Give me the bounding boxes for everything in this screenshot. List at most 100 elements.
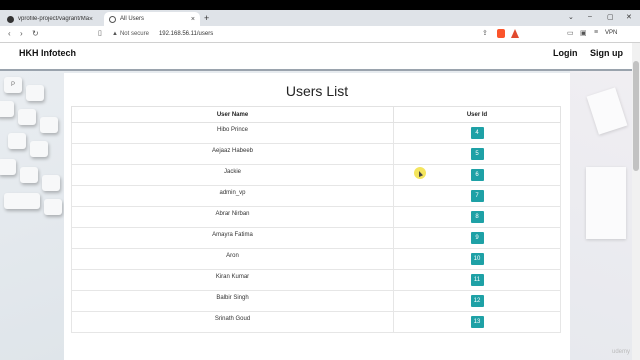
url-text: 192.168.56.11/users bbox=[158, 31, 214, 37]
wallet-icon[interactable]: ▣ bbox=[580, 29, 587, 37]
table-row: Kiran Kumar 11 bbox=[71, 269, 561, 291]
browser-tab-strip: vprofile-project/vagrant/Manual_pr... × … bbox=[0, 10, 640, 26]
keyboard-background-image: P bbox=[0, 71, 64, 360]
github-icon bbox=[7, 15, 14, 23]
user-name-cell: Aron bbox=[71, 248, 394, 270]
share-icon[interactable]: ⇪ bbox=[482, 29, 488, 37]
page-viewport: P HKH Infotech Login Sign up Users List … bbox=[0, 43, 632, 360]
forward-icon[interactable]: › bbox=[20, 29, 23, 38]
user-name-cell: admin_vp bbox=[71, 185, 394, 207]
keyboard-key bbox=[18, 109, 36, 125]
stationery-background-image bbox=[570, 71, 632, 360]
keyboard-key bbox=[44, 199, 62, 215]
user-id-cell: 7 bbox=[393, 185, 561, 207]
new-tab-icon[interactable]: + bbox=[204, 13, 209, 23]
user-id-cell: 5 bbox=[393, 143, 561, 165]
user-id-badge[interactable]: 13 bbox=[470, 316, 484, 328]
tab-search-icon[interactable]: ⌄ bbox=[568, 13, 574, 21]
keyboard-key bbox=[42, 175, 60, 191]
maximize-icon[interactable]: ▢ bbox=[607, 13, 614, 21]
tab-vprofile[interactable]: vprofile-project/vagrant/Manual_pr... × bbox=[2, 12, 98, 26]
menu-icon[interactable]: ≡ bbox=[594, 29, 598, 36]
vpn-button[interactable]: VPN bbox=[605, 30, 617, 36]
url-field[interactable]: ▲ Not secure 192.168.56.11/users bbox=[112, 28, 532, 40]
user-id-cell: 10 bbox=[393, 248, 561, 270]
paper-card bbox=[586, 167, 626, 239]
keyboard-key bbox=[26, 85, 44, 101]
user-name-cell: Kiran Kumar bbox=[71, 269, 394, 291]
page-scrollbar[interactable] bbox=[632, 43, 640, 360]
login-link[interactable]: Login bbox=[553, 48, 578, 58]
scrollbar-thumb[interactable] bbox=[633, 61, 639, 171]
user-id-badge[interactable]: 10 bbox=[470, 253, 484, 265]
bookmark-icon[interactable]: ▯ bbox=[98, 29, 102, 37]
user-id-cell: 13 bbox=[393, 311, 561, 333]
user-id-badge[interactable]: 7 bbox=[470, 190, 484, 202]
minimize-icon[interactable]: – bbox=[588, 13, 592, 20]
user-id-cell: 11 bbox=[393, 269, 561, 291]
table-row: Aejaaz Habeeb 5 bbox=[71, 143, 561, 165]
close-icon[interactable]: × bbox=[191, 16, 195, 23]
address-bar: ‹ › ↻ ▯ ▲ Not secure 192.168.56.11/users… bbox=[0, 26, 640, 43]
globe-icon bbox=[109, 15, 116, 23]
user-name-cell: Abrar Nirban bbox=[71, 206, 394, 228]
keyboard-key bbox=[0, 101, 14, 117]
user-id-badge[interactable]: 12 bbox=[470, 295, 484, 307]
table-row: Amayra Fatima 9 bbox=[71, 227, 561, 249]
keyboard-key bbox=[30, 141, 48, 157]
column-header-user-id: User Id bbox=[393, 106, 561, 123]
brave-icon[interactable] bbox=[497, 29, 505, 38]
keyboard-key bbox=[40, 117, 58, 133]
security-label: Not secure bbox=[119, 31, 149, 37]
tab-label: All Users bbox=[120, 16, 145, 22]
user-id-badge[interactable]: 6 bbox=[470, 169, 484, 181]
table-header-row: User Name User Id bbox=[71, 106, 561, 123]
keyboard-key bbox=[8, 133, 26, 149]
user-name-cell: Amayra Fatima bbox=[71, 227, 394, 249]
screen-top-bar bbox=[0, 0, 640, 10]
user-name-cell: Balbir Singh bbox=[71, 290, 394, 312]
user-name-cell: Jackie bbox=[71, 164, 394, 186]
user-id-cell: 4 bbox=[393, 122, 561, 144]
udemy-watermark: udemy bbox=[612, 349, 631, 355]
user-name-cell: Srinath Goud bbox=[71, 311, 394, 333]
keyboard-key bbox=[0, 159, 16, 175]
tab-label: vprofile-project/vagrant/Manual_pr... bbox=[18, 16, 89, 22]
table-row: Abrar Nirban 8 bbox=[71, 206, 561, 228]
window-close-icon[interactable]: ✕ bbox=[626, 13, 632, 21]
user-id-badge[interactable]: 8 bbox=[470, 211, 484, 223]
signup-link[interactable]: Sign up bbox=[590, 48, 623, 58]
table-row: Srinath Goud 13 bbox=[71, 311, 561, 333]
close-icon[interactable]: × bbox=[89, 16, 93, 23]
table-row: Hibo Prince 4 bbox=[71, 122, 561, 144]
tab-all-users[interactable]: All Users × bbox=[104, 12, 200, 26]
user-id-badge[interactable]: 9 bbox=[470, 232, 484, 244]
keyboard-key bbox=[20, 167, 38, 183]
users-table: User Name User Id Hibo Prince 4 Aejaaz Ha… bbox=[71, 106, 561, 333]
reload-icon[interactable]: ↻ bbox=[32, 29, 39, 38]
user-id-badge[interactable]: 5 bbox=[470, 148, 484, 160]
keyboard-key bbox=[4, 193, 40, 209]
user-id-badge[interactable]: 4 bbox=[470, 127, 484, 139]
column-header-user-name: User Name bbox=[71, 106, 394, 123]
table-row: Aron 10 bbox=[71, 248, 561, 270]
user-id-cell: 8 bbox=[393, 206, 561, 228]
mouse-cursor-highlight bbox=[414, 167, 426, 179]
table-row: Jackie 6 bbox=[71, 164, 561, 186]
paper-card bbox=[586, 87, 628, 135]
table-row: admin_vp 7 bbox=[71, 185, 561, 207]
page-title: Users List bbox=[285, 83, 349, 99]
brand-logo[interactable]: HKH Infotech bbox=[19, 48, 76, 58]
user-name-cell: Hibo Prince bbox=[71, 122, 394, 144]
sidebar-icon[interactable]: ▭ bbox=[567, 29, 574, 37]
user-id-cell: 9 bbox=[393, 227, 561, 249]
keyboard-key: P bbox=[4, 77, 22, 93]
warning-icon[interactable]: ▲ bbox=[112, 31, 118, 37]
site-navbar: HKH Infotech Login Sign up bbox=[0, 43, 632, 71]
table-row: Balbir Singh 12 bbox=[71, 290, 561, 312]
user-id-cell: 12 bbox=[393, 290, 561, 312]
user-name-cell: Aejaaz Habeeb bbox=[71, 143, 394, 165]
users-card: Users List User Name User Id Hibo Prince… bbox=[64, 73, 570, 360]
back-icon[interactable]: ‹ bbox=[8, 29, 11, 38]
user-id-badge[interactable]: 11 bbox=[470, 274, 484, 286]
